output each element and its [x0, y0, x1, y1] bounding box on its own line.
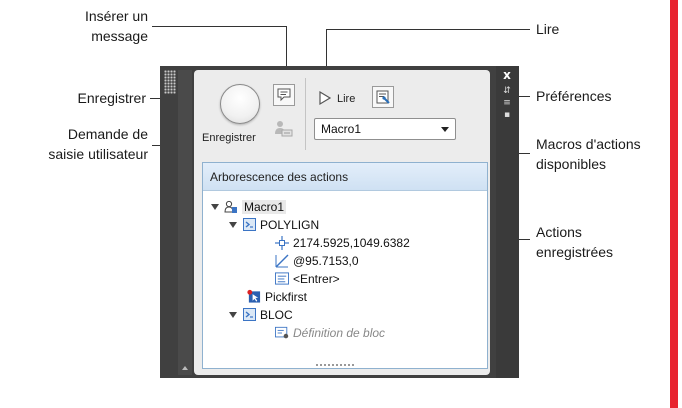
- command-icon: [242, 218, 256, 232]
- toolbar-separator: [305, 78, 306, 150]
- chevron-down-icon: [441, 127, 449, 132]
- tree-node-coord1[interactable]: 2174.5925,1049.6382: [275, 234, 410, 251]
- close-icon[interactable]: x: [500, 68, 514, 82]
- insert-message-button[interactable]: [273, 84, 295, 106]
- record-button[interactable]: [220, 84, 260, 124]
- callout-demande-line2: saisie utilisateur: [48, 146, 148, 162]
- relative-coord-icon: [275, 254, 289, 268]
- callout-lire: Lire: [536, 21, 560, 37]
- accent-bar: [670, 0, 678, 408]
- callout-macros-line1: Macros d'actions: [536, 136, 641, 152]
- action-recorder-palette: x ⇵ ≡ ▪ Enregistrer Lire Macro1 Arboresc…: [160, 66, 519, 378]
- tree-node-macro[interactable]: Macro1: [211, 198, 287, 215]
- play-icon[interactable]: [318, 90, 332, 106]
- point-icon: [275, 235, 289, 250]
- leader-inserer-h: [152, 26, 286, 27]
- play-label[interactable]: Lire: [337, 93, 355, 105]
- expand-icon[interactable]: [211, 203, 219, 210]
- tree-node-enter[interactable]: <Entrer>: [275, 270, 340, 287]
- request-user-input-button[interactable]: [273, 118, 295, 140]
- callout-inserer-message: Insérer un message: [85, 6, 148, 46]
- command-icon: [242, 308, 256, 322]
- tree-node-coord2-label: @95.7153,0: [293, 253, 359, 268]
- tree-node-coord2[interactable]: @95.7153,0: [275, 252, 359, 269]
- callout-macros-disponibles: Macros d'actions disponibles: [536, 134, 641, 174]
- callout-actions-enregistrees: Actions enregistrées: [536, 222, 613, 262]
- pickfirst-icon: [247, 289, 261, 304]
- callout-macros-line2: disponibles: [536, 156, 607, 172]
- callout-inserer-message-line1: Insérer un: [84, 8, 148, 24]
- tree-resize-grip[interactable]: [315, 363, 355, 367]
- tree-node-polylign-label: POLYLIGN: [260, 217, 320, 232]
- preferences-icon: [376, 90, 390, 104]
- tree-node-bloc[interactable]: BLOC: [229, 306, 293, 323]
- tree-node-macro-label: Macro1: [242, 199, 287, 214]
- callout-preferences: Préférences: [536, 88, 612, 104]
- message-bubble-icon: [277, 88, 291, 102]
- tree-node-enter-label: <Entrer>: [293, 271, 340, 286]
- tree-node-bloc-def[interactable]: Définition de bloc: [275, 324, 385, 341]
- user-input-icon: [275, 121, 293, 137]
- callout-enregistrer: Enregistrer: [77, 90, 146, 106]
- autohide-icon[interactable]: ⇵: [501, 86, 513, 96]
- macro-select[interactable]: Macro1: [314, 118, 456, 140]
- expand-icon[interactable]: [229, 311, 237, 318]
- properties-icon[interactable]: ≡: [501, 98, 513, 108]
- callout-demande-saisie: Demande de saisie utilisateur: [48, 124, 148, 164]
- record-label: Enregistrer: [202, 132, 256, 144]
- palette-left-rail: [178, 70, 192, 375]
- tree-node-coord1-label: 2174.5925,1049.6382: [293, 235, 410, 250]
- tree-node-pickfirst[interactable]: Pickfirst: [247, 288, 307, 305]
- enter-key-icon: [275, 272, 289, 286]
- macro-select-value: Macro1: [321, 122, 362, 136]
- callout-inserer-message-line2: message: [91, 28, 148, 44]
- palette-content: Enregistrer Lire Macro1 Arborescence des…: [194, 70, 490, 375]
- block-definition-icon: [275, 326, 289, 340]
- preferences-button[interactable]: [372, 86, 394, 108]
- drag-grip[interactable]: [164, 70, 176, 94]
- tree-node-bloc-def-label: Définition de bloc: [293, 325, 386, 340]
- tree-node-bloc-label: BLOC: [260, 307, 293, 322]
- expand-icon[interactable]: [229, 221, 237, 228]
- resize-arrow-icon[interactable]: [182, 366, 188, 370]
- tree-node-pickfirst-label: Pickfirst: [265, 289, 307, 304]
- action-tree: Arborescence des actions Macro1 POLYLIGN…: [202, 162, 488, 369]
- tree-node-polylign[interactable]: POLYLIGN: [229, 216, 319, 233]
- tree-header-label: Arborescence des actions: [210, 170, 349, 184]
- menu-icon[interactable]: ▪: [501, 110, 513, 120]
- macro-icon: [224, 200, 238, 214]
- callout-demande-line1: Demande de: [67, 126, 148, 142]
- callout-actions-line2: enregistrées: [536, 244, 614, 260]
- callout-actions-line1: Actions: [536, 224, 582, 240]
- tree-header: Arborescence des actions: [203, 163, 487, 191]
- leader-lire-h: [326, 29, 530, 30]
